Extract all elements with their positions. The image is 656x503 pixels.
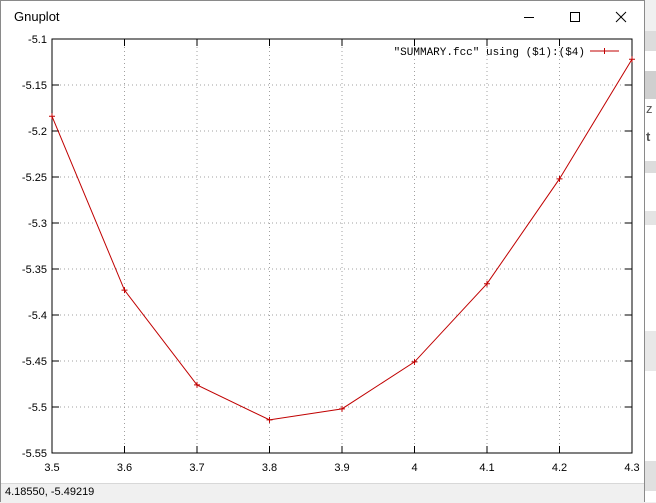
y-tick-label: -5.2 [28, 126, 47, 138]
y-tick-label: -5.35 [22, 264, 47, 276]
minimize-icon [524, 16, 534, 18]
mouse-coordinate-readout: 4.18550, -5.49219 [5, 486, 95, 498]
y-tick-label: -5.45 [22, 356, 47, 368]
close-button[interactable] [598, 1, 644, 32]
background-strip [644, 161, 656, 173]
x-tick-label: 4.1 [479, 462, 494, 474]
plot-border [51, 38, 633, 454]
gnuplot-window: Gnuplot 3.5 3.6 3.7 3.8 3.9 4 4.1 4.2 4.3 -5.1 -5.… [0, 0, 645, 503]
maximize-button[interactable] [552, 1, 598, 32]
minimize-button[interactable] [506, 1, 552, 32]
y-tick-label: -5.3 [28, 218, 47, 230]
x-tick-label: 3.9 [334, 462, 349, 474]
data-point [49, 113, 55, 120]
maximize-icon [570, 11, 580, 22]
y-tick-label: -5.25 [22, 172, 47, 184]
y-tick-label: -5.55 [22, 448, 47, 460]
status-bar: 4.18550, -5.49219 [1, 483, 644, 503]
y-tick-label: -5.5 [28, 402, 47, 414]
x-tick-label: 3.6 [117, 462, 132, 474]
x-tick-label: 3.5 [44, 462, 59, 474]
y-tick-label: -5.4 [28, 310, 47, 322]
data-point [629, 56, 635, 63]
background-strip [644, 211, 656, 225]
background-strip [644, 331, 656, 371]
x-tick-label: 4.2 [552, 462, 567, 474]
background-text: t [646, 129, 651, 144]
background-window-right: z t [644, 31, 656, 502]
legend-marker [601, 48, 608, 54]
close-icon [615, 11, 627, 22]
data-point [556, 175, 563, 182]
background-strip [644, 71, 656, 99]
x-tick-label: 4.3 [624, 462, 639, 474]
y-tick-label: -5.15 [22, 80, 47, 92]
data-point [266, 416, 273, 423]
background-text: z [646, 101, 653, 116]
gnuplot-chart[interactable]: 3.5 3.6 3.7 3.8 3.9 4 4.1 4.2 4.3 -5.1 -5.15 -5.2 -5… [1, 32, 644, 483]
legend-label: "SUMMARY.fcc" using ($1):($4) [394, 47, 585, 59]
title-bar[interactable]: Gnuplot [1, 1, 644, 32]
x-tick-label: 3.8 [262, 462, 277, 474]
y-tick-label: -5.1 [28, 34, 47, 46]
x-tick-label: 3.7 [189, 462, 204, 474]
plot-canvas[interactable]: 3.5 3.6 3.7 3.8 3.9 4 4.1 4.2 4.3 -5.1 -5.15 -5.2 -5… [1, 32, 644, 483]
background-strip [644, 31, 656, 51]
background-strip [644, 461, 656, 491]
x-tick-label: 4 [411, 462, 417, 474]
window-title: Gnuplot [14, 9, 60, 24]
